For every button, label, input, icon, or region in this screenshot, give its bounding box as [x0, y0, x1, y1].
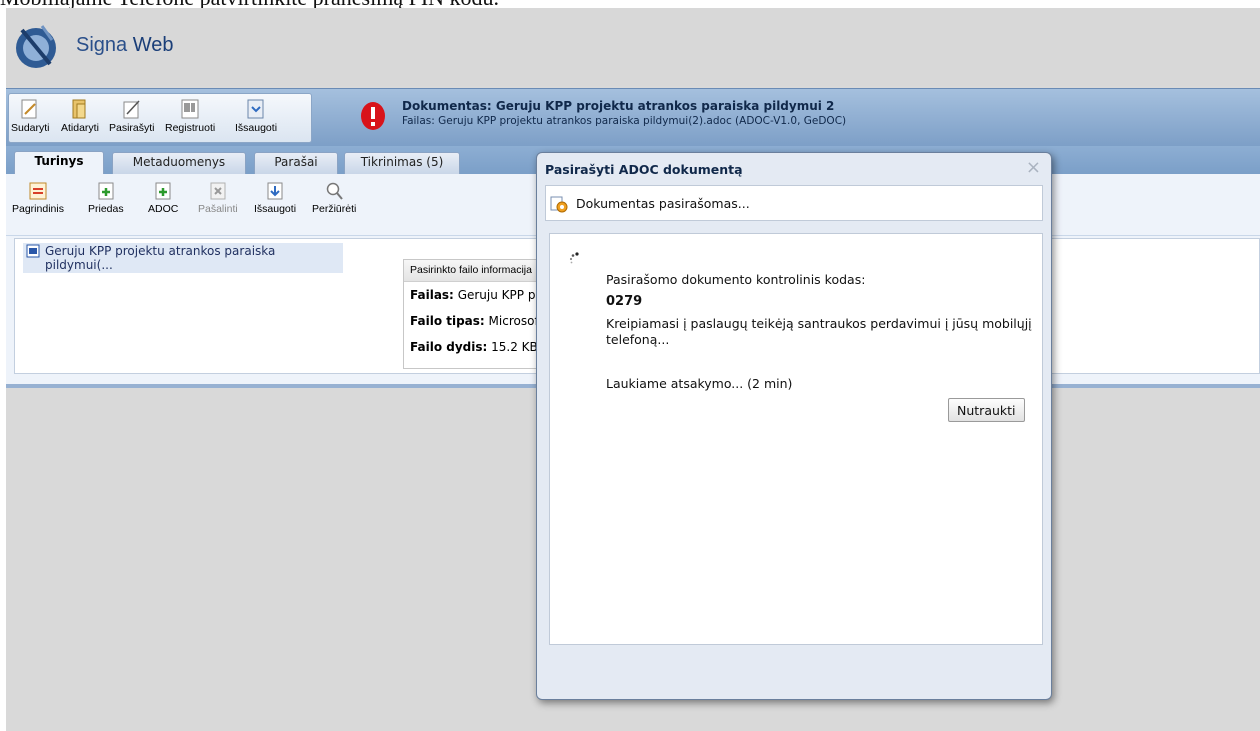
app-header: Signa Web	[6, 8, 1260, 86]
preview-icon	[326, 182, 343, 200]
file-size-row: Failo dydis: 15.2 KB	[404, 334, 552, 360]
file-info-box: Pasirinkto failo informacija Failas: Ger…	[403, 259, 553, 369]
save-icon	[267, 182, 283, 200]
remove-icon	[210, 182, 226, 200]
file-size-value: 15.2 KB	[491, 340, 538, 354]
preview-button[interactable]: Peržiūrėti	[312, 182, 356, 215]
tab-metaduomenys[interactable]: Metaduomenys	[112, 152, 246, 174]
save-label: Išsaugoti	[235, 122, 278, 134]
save-button[interactable]: Išsaugoti	[235, 98, 277, 134]
sign-icon	[123, 100, 140, 119]
adoc-icon	[155, 182, 171, 200]
close-icon[interactable]: ×	[1026, 157, 1041, 178]
alert-icon	[361, 102, 385, 130]
tab-tikrinimas[interactable]: Tikrinimas (5)	[344, 152, 460, 174]
file-type-label: Failo tipas:	[410, 314, 485, 328]
sign-dialog: Pasirašyti ADOC dokumentą × Dokumentas p…	[536, 152, 1052, 700]
file-name-label: Failas:	[410, 288, 454, 302]
compose-label: Sudaryti	[11, 122, 50, 134]
open-icon	[72, 99, 86, 119]
app-title-part2: Web	[132, 34, 174, 56]
attachment-label: Priedas	[88, 203, 124, 215]
dialog-title: Pasirašyti ADOC dokumentą	[545, 162, 743, 177]
remove-label: Pašalinti	[198, 203, 238, 215]
dialog-status-bar: Dokumentas pasirašomas...	[545, 185, 1043, 221]
sign-label: Pasirašyti	[109, 122, 155, 134]
adoc-label: ADOC	[148, 203, 179, 215]
save-attachment-button[interactable]: Išsaugoti	[254, 182, 296, 215]
loading-spinner-icon	[569, 252, 579, 264]
open-label: Atidaryti	[61, 122, 99, 134]
signa-web-app: Signa Web Sudaryti Atidaryti Pasirašyti …	[6, 8, 1260, 731]
document-band: Sudaryti Atidaryti Pasirašyti Registruot…	[6, 88, 1260, 146]
tree-item-label: Geruju KPP projektu atrankos paraiska pi…	[45, 244, 276, 272]
app-title-part1: Signa	[76, 34, 128, 56]
tab-parasai[interactable]: Parašai	[254, 152, 338, 174]
document-file-info: Failas: Geruju KPP projektu atrankos par…	[402, 115, 847, 127]
control-code-label: Pasirašomo dokumento kontrolinis kodas:	[606, 272, 866, 287]
sign-button[interactable]: Pasirašyti	[109, 98, 155, 134]
main-toolbar: Sudaryti Atidaryti Pasirašyti Registruot…	[8, 93, 312, 143]
tree-item-document[interactable]: Geruju KPP projektu atrankos paraiska pi…	[23, 243, 343, 273]
signing-progress-icon	[550, 196, 568, 213]
main-file-label: Pagrindinis	[12, 203, 64, 215]
register-icon	[181, 99, 199, 119]
main-file-icon	[29, 182, 47, 200]
file-name-row: Failas: Geruju KPP projektu atrankos par…	[404, 282, 552, 308]
preview-label: Peržiūrėti	[312, 203, 357, 215]
adoc-button[interactable]: ADOC	[148, 182, 178, 215]
attachment-icon	[98, 182, 114, 200]
register-button[interactable]: Registruoti	[165, 98, 215, 134]
register-label: Registruoti	[165, 122, 216, 134]
remove-button[interactable]: Pašalinti	[198, 182, 238, 215]
save-icon	[247, 99, 264, 119]
signa-logo-icon	[16, 25, 56, 68]
attachment-button[interactable]: Priedas	[88, 182, 124, 215]
file-info-header: Pasirinkto failo informacija	[404, 260, 552, 282]
dialog-body: Pasirašomo dokumento kontrolinis kodas: …	[549, 233, 1043, 645]
provider-message: Kreipiamasi į paslaugų teikėją santrauko…	[606, 316, 1032, 347]
compose-button[interactable]: Sudaryti	[11, 98, 50, 134]
save-attachment-label: Išsaugoti	[254, 203, 297, 215]
app-title: Signa Web	[76, 34, 173, 57]
cancel-button[interactable]: Nutraukti	[948, 398, 1025, 422]
dialog-status-text: Dokumentas pasirašomas...	[576, 196, 750, 211]
word-document-icon	[26, 244, 40, 258]
file-type-row: Failo tipas: Microsoft Word	[404, 308, 552, 334]
tab-turinys[interactable]: Turinys	[14, 151, 104, 175]
compose-icon	[21, 99, 37, 119]
open-button[interactable]: Atidaryti	[61, 98, 99, 134]
file-size-label: Failo dydis:	[410, 340, 488, 354]
main-file-button[interactable]: Pagrindinis	[12, 182, 64, 215]
control-code-value: 0279	[606, 294, 643, 309]
waiting-text: Laukiame atsakymo... (2 min)	[606, 376, 793, 391]
document-title: Dokumentas: Geruju KPP projektu atrankos…	[402, 99, 835, 113]
